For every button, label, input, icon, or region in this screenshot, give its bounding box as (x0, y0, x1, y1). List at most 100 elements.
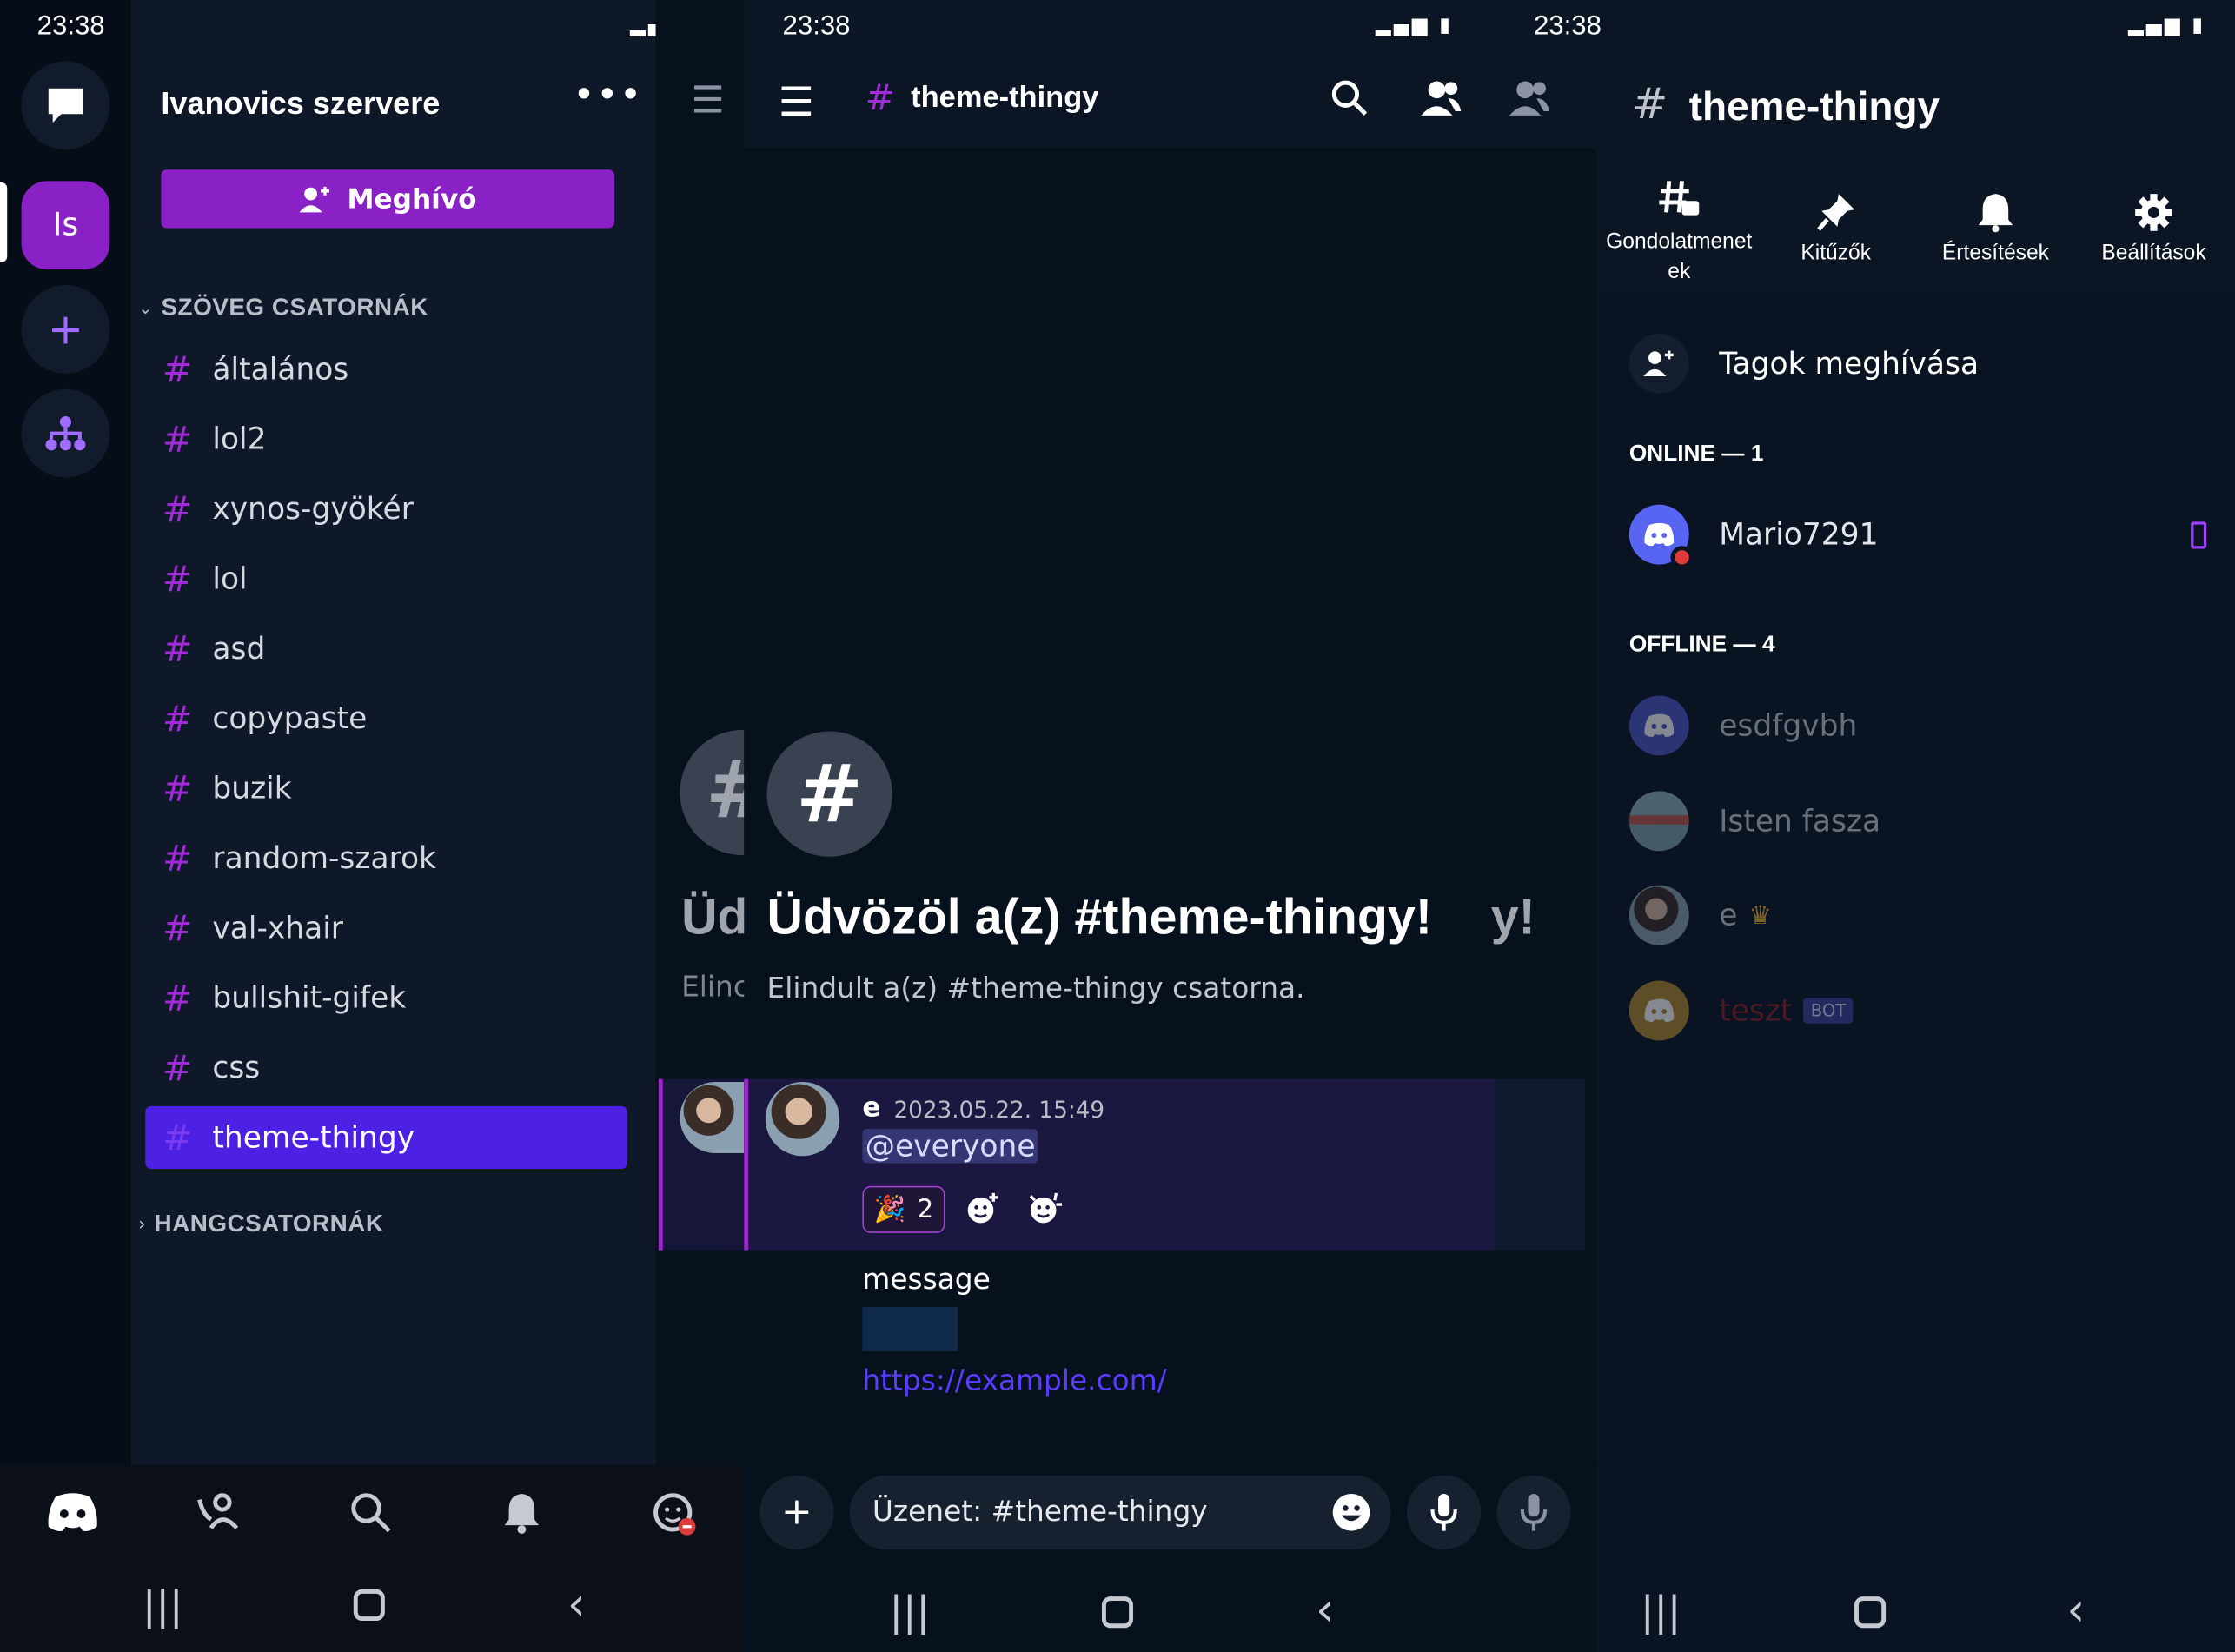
message-input[interactable]: Üzenet: #theme-thingy (849, 1475, 1391, 1550)
discover-button[interactable] (21, 388, 110, 478)
channel-item-active[interactable]: # theme-thingy (145, 1105, 627, 1170)
tool-label: Beállítások (2101, 241, 2206, 266)
invite-button[interactable]: Meghívó (161, 169, 614, 229)
member-row[interactable]: Isten fasza (1628, 790, 1881, 853)
hash-icon: # (162, 1117, 193, 1158)
add-super-reaction-button[interactable] (1026, 1191, 1064, 1231)
discord-logo-icon (1644, 522, 1675, 547)
channel-item[interactable]: # val-xhair (145, 897, 627, 959)
hash-icon: # (865, 76, 896, 119)
invite-members-button[interactable]: Tagok meghívása (1628, 332, 2199, 395)
gear-icon (2135, 194, 2172, 231)
channel-item[interactable]: # css (145, 1036, 627, 1098)
channel-item[interactable]: # random-szarok (145, 826, 627, 889)
threads-icon (1659, 181, 1700, 216)
avatar (1628, 885, 1689, 945)
chat-header (744, 0, 1597, 149)
friends-tab[interactable] (196, 1491, 242, 1540)
invite-members-label: Tagok meghívása (1719, 346, 1980, 381)
invite-label: Meghívó (347, 182, 477, 215)
reaction-party[interactable]: 🎉 2 (862, 1185, 945, 1233)
welcome-subtitle: Elindult a(z) #theme-thingy csatorna. (766, 971, 1305, 1005)
attach-button[interactable]: + (759, 1475, 834, 1550)
status-icons: ▂▄▆ ▮ (1375, 14, 1454, 37)
smiley-status-icon (653, 1493, 696, 1536)
home-icon[interactable] (1101, 1596, 1134, 1629)
profile-tab[interactable] (652, 1491, 700, 1545)
member-row[interactable]: e ♛ (1628, 884, 1772, 946)
microphone-icon (1430, 1494, 1457, 1531)
hash-icon: # (162, 907, 193, 949)
voice-message-button[interactable] (1406, 1475, 1482, 1550)
mention-everyone[interactable]: @everyone (862, 1129, 1038, 1164)
status-icons: ▂▄▆ ▮ (2127, 14, 2206, 37)
plus-icon: + (781, 1490, 812, 1534)
channel-item[interactable]: # általános (145, 338, 627, 401)
notifications-button[interactable]: Értesítések (1916, 192, 2076, 268)
avatar[interactable] (765, 1081, 840, 1157)
message-link[interactable]: https://example.com/ (862, 1363, 1166, 1397)
channel-item[interactable]: # bullshit-gifek (145, 966, 627, 1029)
member-name: esdfgvbh (1719, 708, 1858, 743)
recent-apps-icon[interactable]: ||| (143, 1582, 182, 1629)
channel-item[interactable]: # buzik (145, 757, 627, 819)
search-icon (1331, 80, 1368, 116)
add-reaction-button[interactable] (965, 1191, 998, 1231)
search-button[interactable] (1331, 80, 1369, 123)
online-section-title: ONLINE — 1 (1628, 441, 1764, 467)
menu-icon[interactable]: ☰ (779, 78, 814, 125)
members-button-peek[interactable] (1508, 80, 1550, 123)
recent-apps-icon[interactable]: ||| (1641, 1588, 1681, 1635)
menu-icon[interactable]: ☰ (692, 80, 725, 123)
member-row[interactable]: esdfgvbh (1628, 694, 1858, 757)
add-server-button[interactable]: + (21, 285, 110, 374)
channel-name: css (212, 1050, 261, 1085)
recent-apps-icon[interactable]: ||| (890, 1588, 930, 1635)
message-placeholder: Üzenet: #theme-thingy (872, 1494, 1208, 1529)
channel-item[interactable]: # asd (145, 617, 627, 680)
back-icon[interactable]: ‹ (567, 1576, 586, 1630)
threads-button[interactable]: Gondolatmenet ek (1599, 178, 1759, 287)
add-reaction-icon (967, 1192, 998, 1224)
pins-button[interactable]: Kitűzők (1756, 192, 1916, 268)
member-list (1599, 293, 2235, 1652)
emoji-icon[interactable] (1331, 1492, 1371, 1532)
back-icon[interactable]: ‹ (1316, 1582, 1334, 1636)
members-button[interactable] (1420, 80, 1462, 123)
embed-block (862, 1307, 958, 1352)
voice-message-button-peek[interactable] (1496, 1475, 1571, 1550)
discord-logo-icon (48, 1493, 97, 1532)
channel-item[interactable]: # lol2 (145, 408, 627, 470)
channel-name: copypaste (212, 701, 368, 736)
settings-button[interactable]: Beállítások (2074, 192, 2234, 268)
notifications-tab[interactable] (501, 1491, 541, 1540)
channel-item[interactable]: # copypaste (145, 687, 627, 750)
channel-name: val-xhair (212, 911, 343, 945)
tool-label: Értesítések (1941, 241, 2049, 266)
bell-icon (504, 1494, 540, 1534)
server-icon[interactable]: Is (21, 181, 110, 270)
direct-messages-button[interactable] (21, 61, 110, 150)
chat-bubble-icon (48, 88, 83, 123)
member-row[interactable]: Mario7291 (1628, 503, 2207, 569)
status-time: 23:38 (1533, 11, 1602, 42)
offline-section-title: OFFLINE — 4 (1628, 633, 1775, 658)
channel-name: általános (212, 352, 349, 387)
channel-item[interactable]: # lol (145, 547, 627, 610)
home-tab[interactable] (45, 1491, 99, 1540)
home-icon[interactable] (353, 1589, 385, 1622)
member-row[interactable]: teszt BOT (1628, 979, 1854, 1042)
back-icon[interactable]: ‹ (2066, 1582, 2085, 1636)
avatar (1628, 791, 1689, 852)
voice-channels-category[interactable]: › HANGCSATORNÁK (138, 1211, 383, 1239)
message-author[interactable]: e (862, 1091, 880, 1123)
home-icon[interactable] (1854, 1596, 1887, 1629)
search-tab[interactable] (349, 1491, 392, 1540)
message-highlight[interactable] (744, 1078, 1496, 1251)
member-name: Isten fasza (1719, 804, 1881, 839)
channel-item[interactable]: # xynos-gyökér (145, 478, 627, 541)
channel-title: theme-thingy (1688, 83, 1940, 129)
hash-icon: # (162, 348, 193, 390)
text-channels-category[interactable]: ⌄ SZÖVEG CSATORNÁK (138, 294, 428, 322)
more-options-icon[interactable]: ••• (573, 74, 642, 116)
